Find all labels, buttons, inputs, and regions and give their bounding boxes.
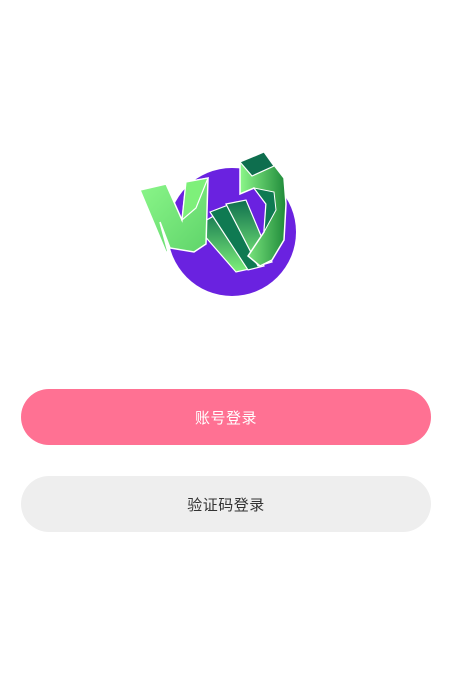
kc-logo-icon	[136, 148, 300, 302]
code-login-label: 验证码登录	[187, 495, 265, 514]
account-login-label: 账号登录	[194, 408, 257, 427]
account-login-button[interactable]: 账号登录	[21, 389, 431, 445]
code-login-button[interactable]: 验证码登录	[21, 476, 431, 532]
